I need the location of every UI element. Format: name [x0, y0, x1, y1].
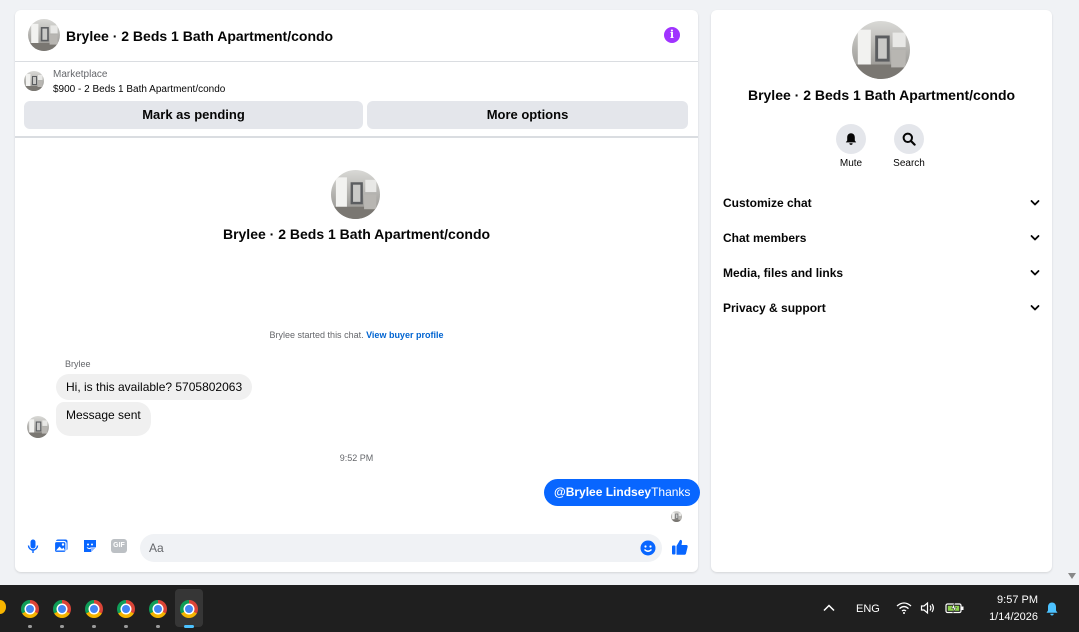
running-indicator [60, 625, 64, 628]
thumbs-up-icon[interactable] [671, 538, 689, 556]
more-options-button[interactable]: More options [367, 101, 688, 129]
running-indicator [28, 625, 32, 628]
chevron-down-icon [1030, 198, 1040, 208]
taskbar-app-chrome[interactable] [16, 589, 44, 628]
chevron-up-icon[interactable] [822, 601, 836, 615]
taskbar-app-chrome[interactable] [144, 589, 172, 628]
microphone-icon[interactable] [25, 538, 41, 554]
intro-title: Brylee · 2 Beds 1 Bath Apartment/condo [222, 226, 491, 242]
search-icon[interactable] [894, 124, 924, 154]
listing-thumbnail[interactable] [24, 71, 44, 91]
conversation-info-panel: Brylee · 2 Beds 1 Bath Apartment/condo M… [711, 10, 1052, 572]
bell-icon[interactable] [836, 124, 866, 154]
chat-title[interactable]: Brylee · 2 Beds 1 Bath Apartment/condo [66, 28, 333, 44]
chevron-down-icon [1030, 303, 1040, 313]
running-indicator [124, 625, 128, 628]
taskbar-app-chrome-active[interactable] [175, 589, 203, 628]
incoming-message[interactable]: Hi, is this available? 5705802063 [56, 374, 253, 400]
chevron-down-icon [1030, 268, 1040, 278]
mute-label: Mute [839, 158, 863, 169]
chat-panel: Brylee · 2 Beds 1 Bath Apartment/condo i… [15, 10, 701, 572]
taskbar-app-chrome[interactable] [112, 589, 140, 628]
running-indicator [156, 625, 160, 628]
listing-price-title[interactable]: $900 - 2 Beds 1 Bath Apartment/condo [53, 84, 225, 95]
sender-name: Brylee [65, 359, 91, 369]
message-timestamp: 9:52 PM [339, 453, 374, 463]
view-buyer-profile-link[interactable]: View buyer profile [366, 330, 443, 340]
gif-icon[interactable]: GIF [111, 539, 127, 553]
chrome-icon [180, 600, 198, 618]
outgoing-text: Thanks [651, 485, 691, 499]
incoming-message[interactable]: Message sent [56, 402, 151, 436]
seen-indicator-avatar [671, 511, 682, 522]
outgoing-message[interactable]: @Brylee LindseyThanks [544, 479, 701, 506]
listing-avatar[interactable] [28, 19, 60, 51]
chrome-icon [53, 600, 71, 618]
chat-started-notice: Brylee started this chat. View buyer pro… [15, 330, 698, 340]
section-label: Media, files and links [723, 266, 844, 280]
info-title: Brylee · 2 Beds 1 Bath Apartment/condo [747, 87, 1016, 103]
intro-avatar [331, 170, 380, 219]
info-icon[interactable]: i [664, 27, 680, 43]
chrome-icon [149, 600, 167, 618]
search-label: Search [893, 158, 925, 169]
chevron-down-icon [1030, 233, 1040, 243]
chrome-icon [117, 600, 135, 618]
taskbar-app-chrome[interactable] [80, 589, 108, 628]
emoji-icon[interactable] [640, 540, 656, 556]
app-icon[interactable] [0, 600, 6, 614]
running-indicator [92, 625, 96, 628]
chat-header: Brylee · 2 Beds 1 Bath Apartment/condo i [15, 10, 698, 62]
active-indicator [184, 625, 194, 628]
section-label: Privacy & support [723, 301, 826, 315]
mention[interactable]: @Brylee Lindsey [554, 485, 651, 499]
mark-pending-button[interactable]: Mark as pending [24, 101, 363, 129]
scrollbar-down-arrow[interactable] [1068, 573, 1076, 579]
sender-avatar[interactable] [27, 416, 49, 438]
search-button[interactable]: Search [879, 124, 939, 169]
volume-icon[interactable] [920, 601, 936, 615]
chrome-icon [85, 600, 103, 618]
info-avatar[interactable] [852, 21, 910, 79]
section-customize-chat[interactable]: Customize chat [723, 191, 1040, 215]
language-indicator[interactable]: ENG [856, 603, 880, 632]
marketplace-label: Marketplace [53, 69, 108, 80]
clock-date[interactable]: 1/14/2026 [970, 611, 1038, 623]
taskbar: ENG [0, 585, 1079, 632]
photo-icon[interactable] [53, 538, 69, 554]
section-label: Customize chat [723, 196, 812, 210]
taskbar-app-chrome[interactable] [48, 589, 76, 628]
section-media-files-links[interactable]: Media, files and links [723, 261, 1040, 285]
section-label: Chat members [723, 231, 807, 245]
message-input[interactable]: Aa [140, 534, 662, 562]
sticker-icon[interactable] [82, 538, 98, 554]
notification-bell-icon[interactable] [1044, 601, 1060, 617]
started-text: Brylee started this chat. [269, 330, 364, 340]
wifi-icon[interactable] [896, 601, 912, 615]
chrome-icon [21, 600, 39, 618]
mute-button[interactable]: Mute [821, 124, 881, 169]
battery-charging-icon[interactable] [945, 601, 965, 615]
section-privacy-support[interactable]: Privacy & support [723, 296, 1040, 320]
section-chat-members[interactable]: Chat members [723, 226, 1040, 250]
marketplace-strip: Marketplace $900 - 2 Beds 1 Bath Apartme… [15, 62, 698, 138]
clock-time[interactable]: 9:57 PM [982, 594, 1038, 606]
